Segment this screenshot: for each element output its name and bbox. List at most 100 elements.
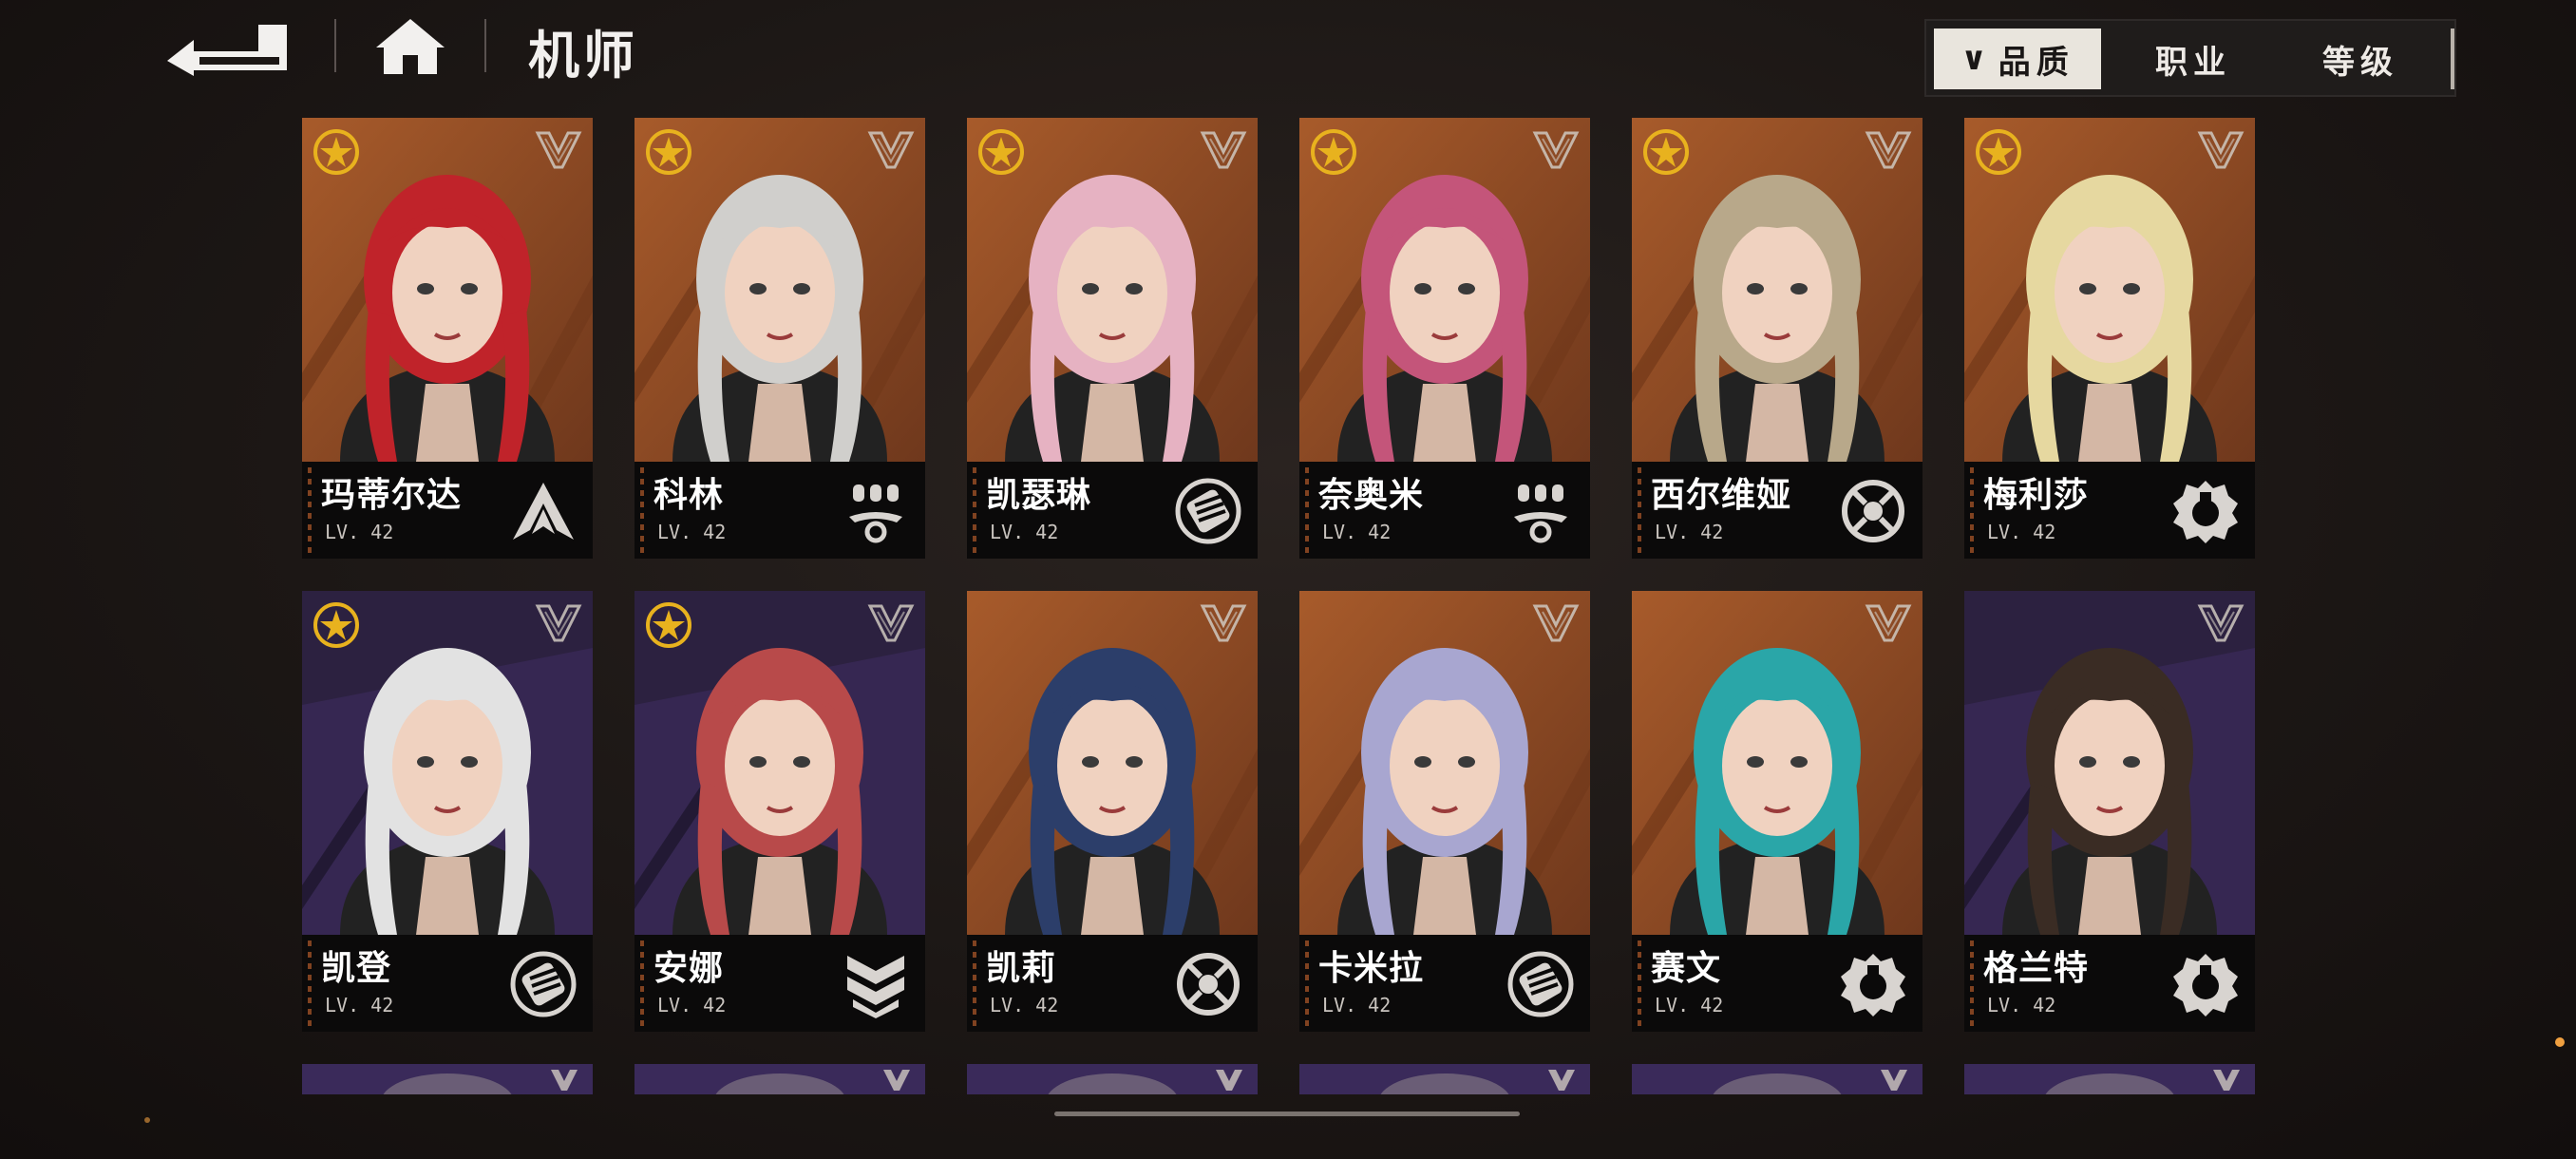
pilot-portrait	[1299, 1064, 1590, 1094]
target-icon	[1842, 480, 1904, 542]
pilot-card[interactable]: 卡米拉 LV. 42	[1299, 591, 1590, 1032]
pilot-level: LV. 42	[1322, 521, 1392, 543]
pilot-portrait	[967, 1064, 1258, 1094]
pilot-name: 凯登	[321, 949, 392, 988]
tier-emblem-icon	[1200, 131, 1247, 169]
filter-bar-edge	[2451, 28, 2454, 89]
fist-icon	[510, 951, 577, 1017]
filter-tab-level[interactable]: 等级	[2280, 28, 2441, 89]
pilot-name: 玛蒂尔达	[321, 476, 463, 515]
pilot-level: LV. 42	[325, 994, 394, 1016]
star-rank-icon	[1976, 129, 2021, 175]
pilot-level: LV. 42	[1987, 521, 2056, 543]
pilot-card[interactable]: 安娜 LV. 42	[635, 591, 925, 1032]
pilot-card[interactable]	[967, 1064, 1258, 1094]
pilot-level: LV. 42	[1655, 521, 1724, 543]
pilot-card[interactable]: 凯瑟琳 LV. 42	[967, 118, 1258, 559]
pilot-info: 赛文 LV. 42	[1632, 935, 1923, 1032]
tier-emblem-icon	[1865, 604, 1912, 642]
home-icon	[376, 19, 445, 74]
filter-tab-quality[interactable]: ∨ 品质	[1934, 28, 2101, 89]
pilot-info: 梅利莎 LV. 42	[1964, 462, 2255, 559]
pilot-level: LV. 42	[657, 521, 727, 543]
pilot-card[interactable]: 凯莉 LV. 42	[967, 591, 1258, 1032]
star-rank-icon	[1643, 129, 1689, 175]
pilot-card[interactable]	[1964, 1064, 2255, 1094]
target-icon	[1177, 953, 1240, 1016]
tier-emblem-icon	[2197, 131, 2245, 169]
pilot-card[interactable]: 玛蒂尔达 LV. 42	[302, 118, 593, 559]
pilot-card[interactable]: 科林 LV. 42	[635, 118, 925, 559]
fist-icon	[1175, 478, 1241, 544]
tier-emblem-icon	[535, 604, 582, 642]
pilot-name: 格兰特	[1983, 949, 2090, 988]
pilot-card[interactable]	[635, 1064, 925, 1094]
pilot-card[interactable]: 西尔维娅 LV. 42	[1632, 118, 1923, 559]
pilot-info: 凯莉 LV. 42	[967, 935, 1258, 1032]
star-rank-icon	[1311, 129, 1356, 175]
pilot-name: 梅利莎	[1983, 476, 2090, 515]
star-rank-icon	[646, 602, 691, 648]
pilot-level: LV. 42	[657, 994, 727, 1016]
pilot-card[interactable]: 梅利莎 LV. 42	[1964, 118, 2255, 559]
pilot-card[interactable]: 格兰特 LV. 42	[1964, 591, 2255, 1032]
chevron-down-icon: ∨	[1960, 40, 1993, 78]
pilot-level: LV. 42	[1987, 994, 2056, 1016]
scroll-indicator[interactable]	[1054, 1112, 1520, 1116]
wrench-gear-icon	[2173, 481, 2238, 543]
home-button[interactable]	[372, 15, 448, 78]
pilot-level: LV. 42	[325, 521, 394, 543]
pilot-info: 凯登 LV. 42	[302, 935, 593, 1032]
pilot-name: 西尔维娅	[1651, 476, 1792, 515]
pilot-card[interactable]: 奈奥米 LV. 42	[1299, 118, 1590, 559]
tier-emblem-icon	[1865, 131, 1912, 169]
tier-emblem-icon	[867, 131, 915, 169]
wrench-gear-icon	[1841, 954, 1905, 1016]
pilot-info: 格兰特 LV. 42	[1964, 935, 2255, 1032]
tier-emblem-icon	[2197, 604, 2245, 642]
tier-emblem-icon	[535, 131, 582, 169]
pilot-level: LV. 42	[1322, 994, 1392, 1016]
drone-support-icon	[1514, 484, 1567, 543]
pilot-card[interactable]: 赛文 LV. 42	[1632, 591, 1923, 1032]
divider	[334, 19, 336, 72]
pilot-card[interactable]	[1299, 1064, 1590, 1094]
pilot-card[interactable]: 凯登 LV. 42	[302, 591, 593, 1032]
pilot-card[interactable]	[302, 1064, 593, 1094]
tier-emblem-icon	[1532, 131, 1580, 169]
pilot-name: 奈奥米	[1318, 476, 1425, 515]
pilot-level: LV. 42	[990, 521, 1059, 543]
pilot-card[interactable]	[1632, 1064, 1923, 1094]
pilot-info: 奈奥米 LV. 42	[1299, 462, 1590, 559]
pilot-portrait	[1632, 1064, 1923, 1094]
arrow-chevron-icon	[513, 483, 574, 540]
pilot-info: 凯瑟琳 LV. 42	[967, 462, 1258, 559]
wrench-gear-icon	[2173, 954, 2238, 1016]
tier-emblem-icon	[1200, 604, 1247, 642]
pilot-portrait	[1964, 1064, 2255, 1094]
pilot-level: LV. 42	[1655, 994, 1724, 1016]
page-title: 机师	[528, 26, 638, 86]
back-arrow-icon	[167, 25, 287, 76]
pilot-info: 卡米拉 LV. 42	[1299, 935, 1590, 1032]
pilot-name: 凯莉	[986, 949, 1057, 988]
star-rank-icon	[313, 602, 359, 648]
filter-tab-class[interactable]: 职业	[2112, 28, 2274, 89]
ember-particle	[144, 1117, 150, 1123]
pilot-name: 安娜	[653, 949, 725, 988]
tier-emblem-icon	[867, 604, 915, 642]
pilot-name: 卡米拉	[1318, 949, 1425, 988]
pilot-portrait	[302, 1064, 593, 1094]
pilot-name: 凯瑟琳	[986, 476, 1092, 515]
pilot-portrait	[635, 1064, 925, 1094]
star-rank-icon	[646, 129, 691, 175]
pilot-info: 安娜 LV. 42	[635, 935, 925, 1032]
star-rank-icon	[978, 129, 1024, 175]
pilot-level: LV. 42	[990, 994, 1059, 1016]
star-rank-icon	[313, 129, 359, 175]
drone-support-icon	[849, 484, 902, 543]
pilot-info: 玛蒂尔达 LV. 42	[302, 462, 593, 559]
pilot-name: 赛文	[1651, 949, 1722, 988]
divider	[484, 19, 486, 72]
back-button[interactable]	[160, 17, 294, 76]
